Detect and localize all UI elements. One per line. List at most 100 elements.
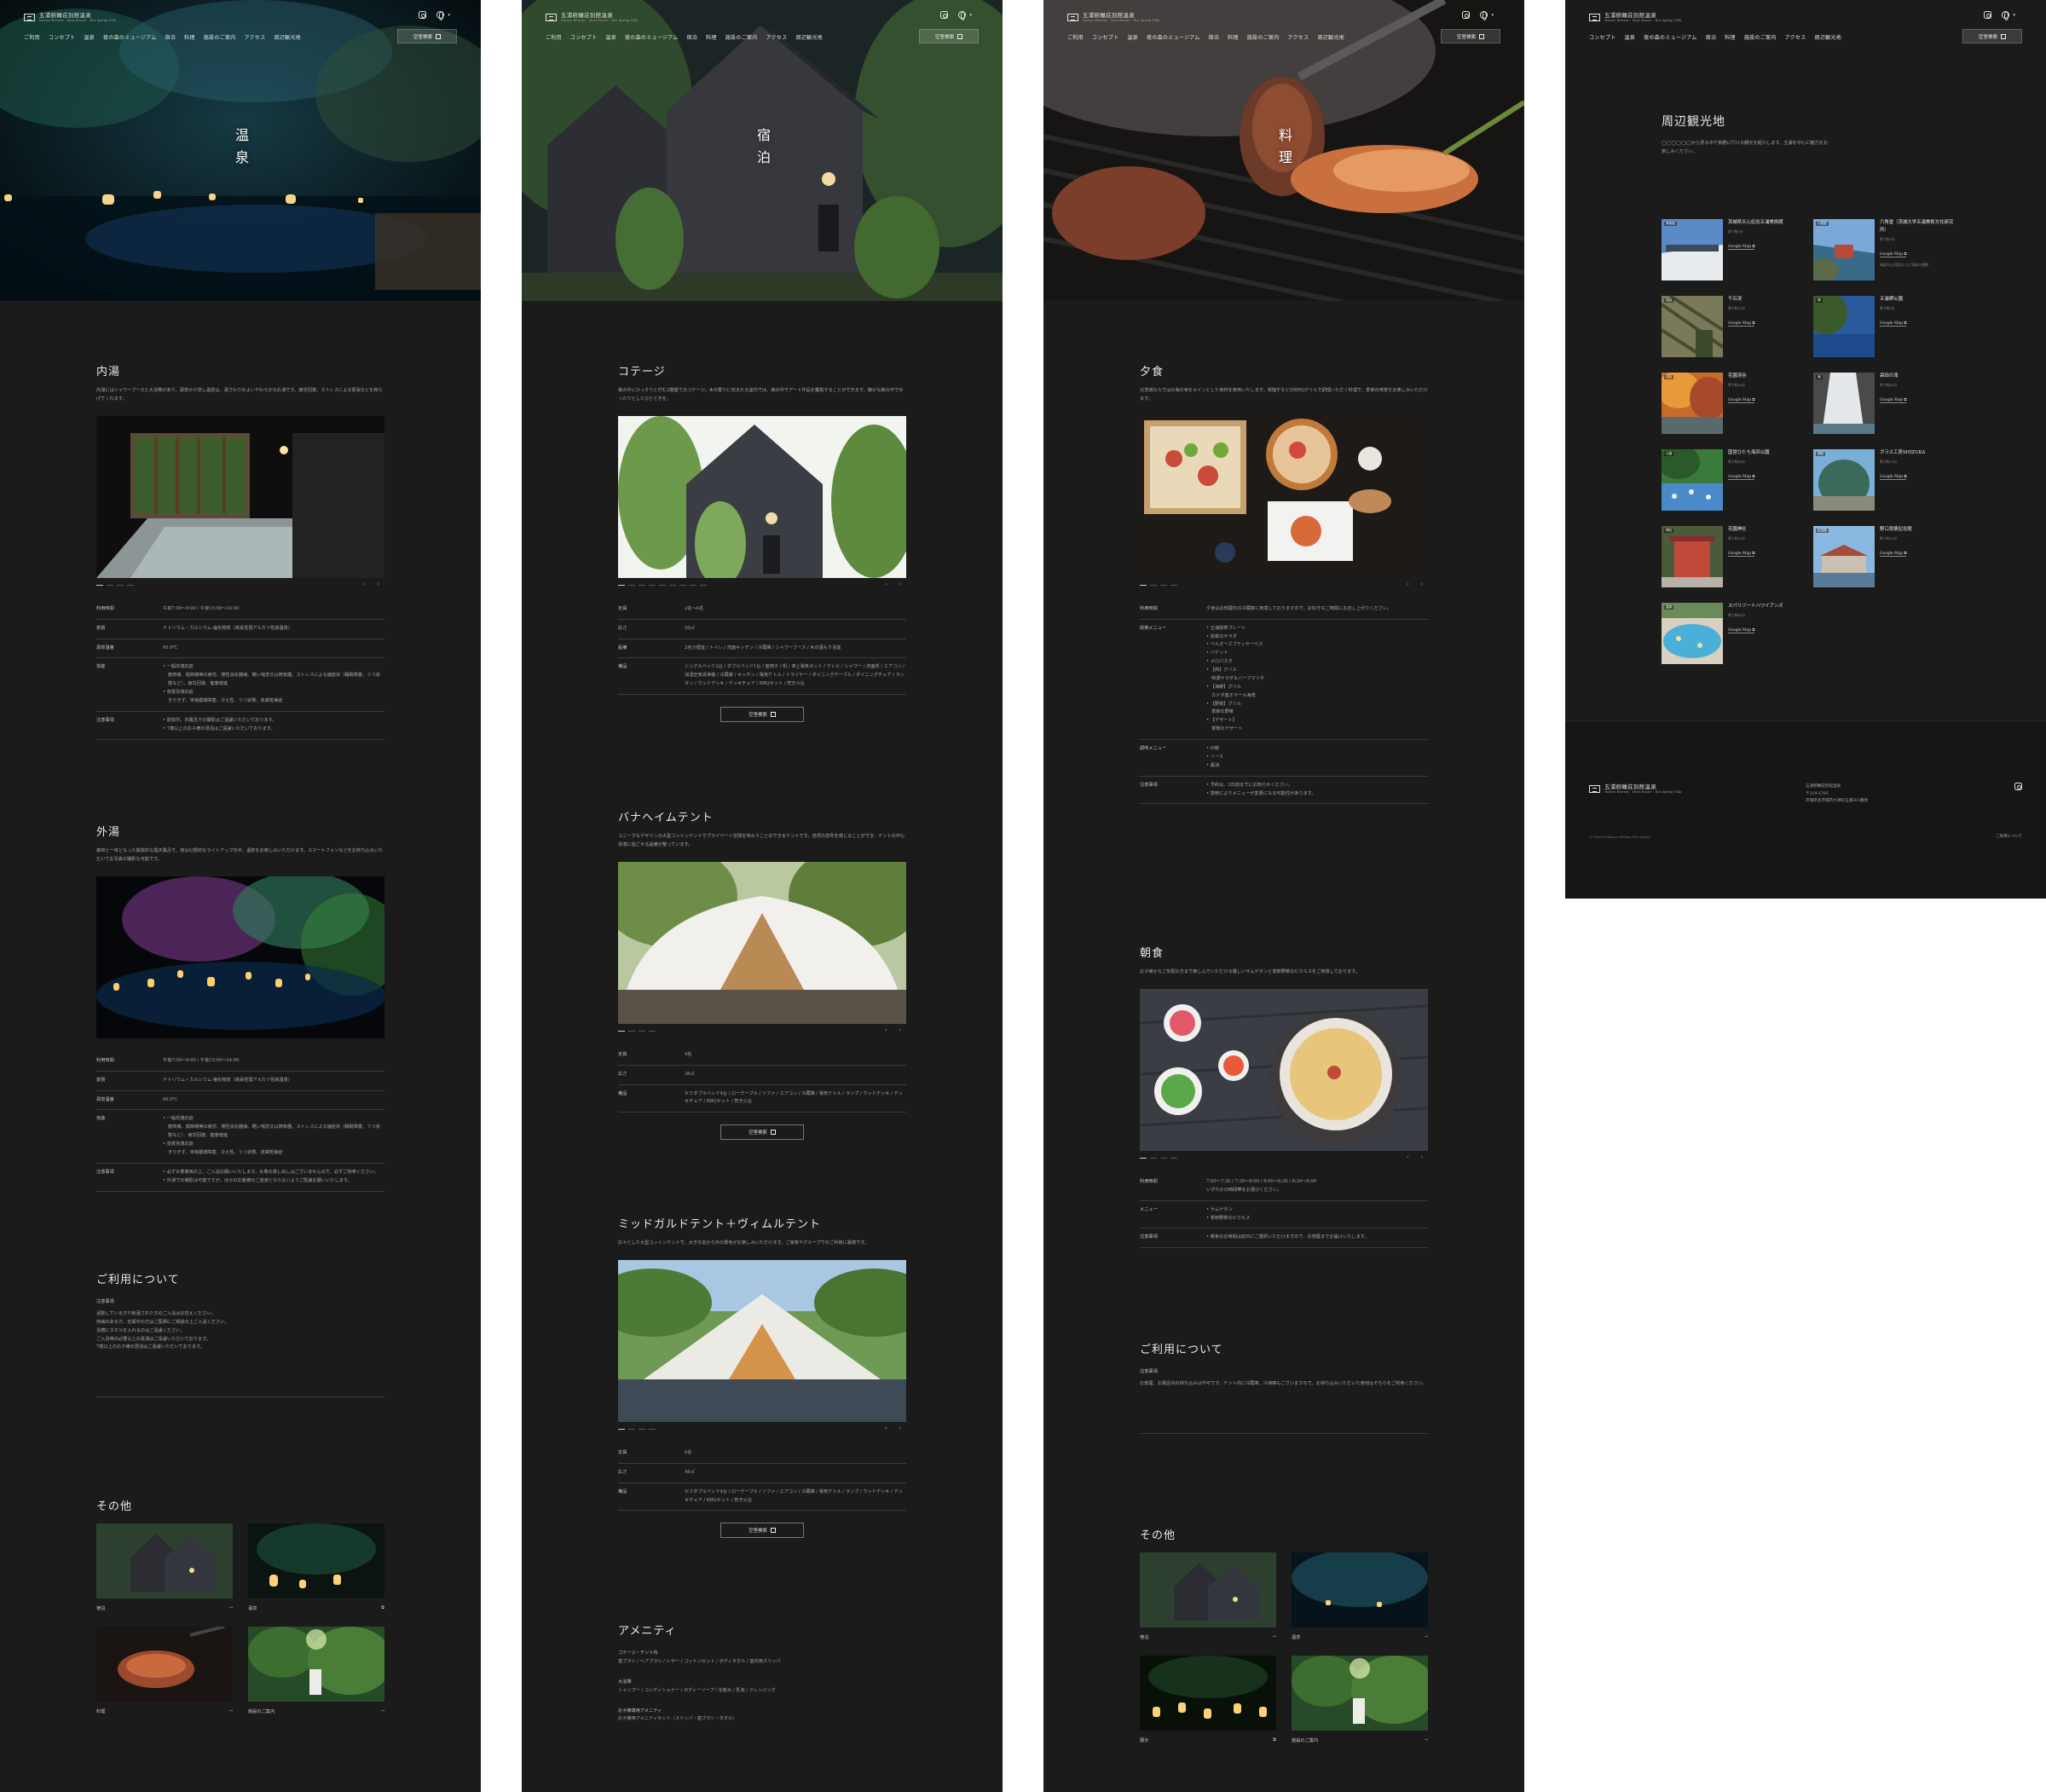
language-globe-icon[interactable] [958,11,967,20]
other-card[interactable]: 施設のご案内 → [1292,1656,1428,1743]
vacancy-search-button[interactable]: 空室検索 [1962,29,2022,43]
nav-item[interactable]: アクセス [1288,33,1309,41]
google-map-link[interactable]: Google Map ⧉ [1728,474,1755,481]
instagram-icon[interactable] [1984,11,1992,19]
nav-item[interactable]: コンセプト [1589,33,1616,41]
google-map-link[interactable]: Google Map ⧉ [1728,551,1755,558]
slider-dots[interactable] [1140,584,1177,586]
nav-item[interactable]: 温泉 [84,33,95,41]
instagram-icon[interactable] [419,11,427,19]
nav-item[interactable]: ご利用 [546,33,562,41]
nav-item[interactable]: アクセス [1785,33,1806,41]
nav-item[interactable]: 料理 [1228,33,1239,41]
nav-item[interactable]: 宿泊 [687,33,698,41]
google-map-link[interactable]: Google Map ⧉ [1728,244,1755,251]
site-logo[interactable]: 五浦俯瞰荘別館温泉 Nature Retreat · Mori Resort · … [546,12,638,22]
nav-item[interactable]: 温泉 [1127,33,1138,41]
sight-card[interactable]: 海 五浦岬公園 車で約5分 Google Map ⧉ [1813,296,1958,357]
slider-dots[interactable] [1140,1157,1177,1159]
nav-item[interactable]: 夜の森のミュージアム [1644,33,1696,41]
other-card[interactable]: 料理 → [96,1627,233,1714]
nav-item[interactable]: アクセス [245,33,266,41]
vacancy-search-button[interactable]: 空室検索 [720,1523,804,1539]
vacancy-search-button[interactable]: 空室検索 [720,707,804,722]
other-card[interactable]: 温泉 ⧉ [248,1523,384,1611]
slider-arrows[interactable]: ‹ › [1407,1154,1428,1160]
google-map-link[interactable]: Google Map ⧉ [1880,251,1907,258]
slider-dots[interactable] [618,1030,656,1032]
site-logo[interactable]: 五浦俯瞰荘別館温泉 Nature Retreat · Mori Resort · … [1067,12,1159,22]
nav-item[interactable]: 温泉 [605,33,616,41]
sight-card[interactable]: 美術館 茨城県天心記念五浦美術館 車で約5分 Google Map ⧉ [1662,219,1806,280]
other-card[interactable]: 展示 ⧉ [1140,1656,1276,1743]
vacancy-search-button[interactable]: 空室検索 [720,1124,804,1141]
google-map-link[interactable]: Google Map ⧉ [1880,551,1907,558]
other-card[interactable]: 宿泊 → [1140,1552,1276,1640]
footer-logo[interactable]: 五浦俯瞰荘別館温泉 Nature Retreat · Mori Resort · … [1589,783,1682,795]
sight-card[interactable]: 六角堂 六角堂（茨城大学五浦美術文化研究所） 車で約5分 Google Map ⧉ 岡倉… [1813,219,1958,280]
slider-arrows[interactable]: ‹ › [363,581,384,587]
slider-dots[interactable] [618,1428,656,1430]
instagram-icon[interactable] [1462,11,1471,19]
site-logo[interactable]: 五浦俯瞰荘別館温泉 Nature Retreat · Mori Resort · … [24,12,116,22]
language-globe-icon[interactable] [1480,11,1488,20]
nav-item[interactable]: コンセプト [570,33,598,41]
nav-item[interactable]: 料理 [1725,33,1736,41]
nav-item[interactable]: 宿泊 [1209,33,1220,41]
other-card[interactable]: 温泉 → [1292,1552,1428,1640]
slider-dots[interactable] [96,584,134,586]
site-logo[interactable]: 五浦俯瞰荘別館温泉 Nature Retreat · Mori Resort · … [1589,12,1681,22]
nav-item[interactable]: 温泉 [1625,33,1636,41]
slider-arrows[interactable]: ‹ › [885,1425,906,1431]
sight-card[interactable]: 記念館 野口雨情記念館 車で約15分 Google Map ⧉ [1813,526,1958,587]
nav-item[interactable]: 夜の森のミュージアム [1147,33,1199,41]
slider-arrows[interactable]: ‹ › [885,581,906,587]
language-globe-icon[interactable] [436,11,445,20]
nav-item[interactable]: ご利用 [1067,33,1084,41]
google-map-link[interactable]: Google Map ⧉ [1728,321,1755,327]
nav-item[interactable]: 周辺観光地 [1317,33,1344,41]
slider-arrows[interactable]: ‹ › [885,1027,906,1033]
sight-card[interactable]: 温泉 スパリゾートハワイアンズ 車で約45分 Google Map ⧉ [1662,603,1806,664]
other-card[interactable]: 施設のご案内 → [248,1627,384,1714]
google-map-link[interactable]: Google Map ⧉ [1728,397,1755,404]
nav-item[interactable]: 宿泊 [1706,33,1717,41]
sight-card[interactable]: 神社 花園神社 車で約30分 Google Map ⧉ [1662,526,1806,587]
nav-item[interactable]: 料理 [184,33,195,41]
sight-card[interactable]: 施設 ガラス工房SHIZUKA 車で約20分 Google Map ⧉ [1813,449,1958,511]
nav-item[interactable]: 料理 [706,33,717,41]
google-map-link[interactable]: Google Map ⧉ [1880,474,1907,481]
google-map-link[interactable]: Google Map ⧉ [1880,397,1907,404]
nav-item[interactable]: 施設のご案内 [204,33,236,41]
nav-item[interactable]: 夜の森のミュージアム [103,33,156,41]
language-globe-icon[interactable] [2002,11,2010,20]
nav-item[interactable]: 周辺観光地 [274,33,301,41]
sight-card[interactable]: 滝 袋田の滝 車で約60分 Google Map ⧉ [1813,373,1958,434]
nav-item[interactable]: 宿泊 [165,33,176,41]
slider-dots[interactable] [618,584,707,586]
sight-card[interactable]: 渓谷 千石渓 車で約15分 Google Map ⧉ [1662,296,1806,357]
instagram-icon[interactable] [2014,783,2022,790]
nav-item[interactable]: 夜の森のミュージアム [625,33,678,41]
vacancy-search-button[interactable]: 空室検索 [1441,29,1500,43]
sight-card[interactable]: 公園 国営ひたち海浜公園 車で約60分 Google Map ⧉ [1662,449,1806,511]
nav-item[interactable]: 周辺観光地 [1815,33,1842,41]
vacancy-search-button[interactable]: 空室検索 [919,29,979,43]
footer-link[interactable]: ご利用について [1996,834,2022,839]
nav-item[interactable]: 施設のご案内 [1744,33,1777,41]
nav-item[interactable]: 施設のご案内 [1247,33,1280,41]
sight-card[interactable]: 渓谷 花園渓谷 車で約30分 Google Map ⧉ [1662,373,1806,434]
slider-arrows[interactable]: ‹ › [1407,581,1428,587]
nav-item[interactable]: 施設のご案内 [725,33,758,41]
logo-subtext: Nature Retreat · Mori Resort · Hot Sprin… [1604,790,1682,795]
other-card[interactable]: 宿泊 → [96,1523,233,1611]
nav-item[interactable]: コンセプト [1092,33,1119,41]
nav-item[interactable]: アクセス [766,33,788,41]
nav-item[interactable]: コンセプト [49,33,76,41]
instagram-icon[interactable] [940,11,949,19]
vacancy-search-button[interactable]: 空室検索 [397,29,457,43]
nav-item[interactable]: 周辺観光地 [795,33,823,41]
nav-item[interactable]: ご利用 [24,33,40,41]
google-map-link[interactable]: Google Map ⧉ [1880,321,1907,327]
google-map-link[interactable]: Google Map ⧉ [1728,627,1755,634]
